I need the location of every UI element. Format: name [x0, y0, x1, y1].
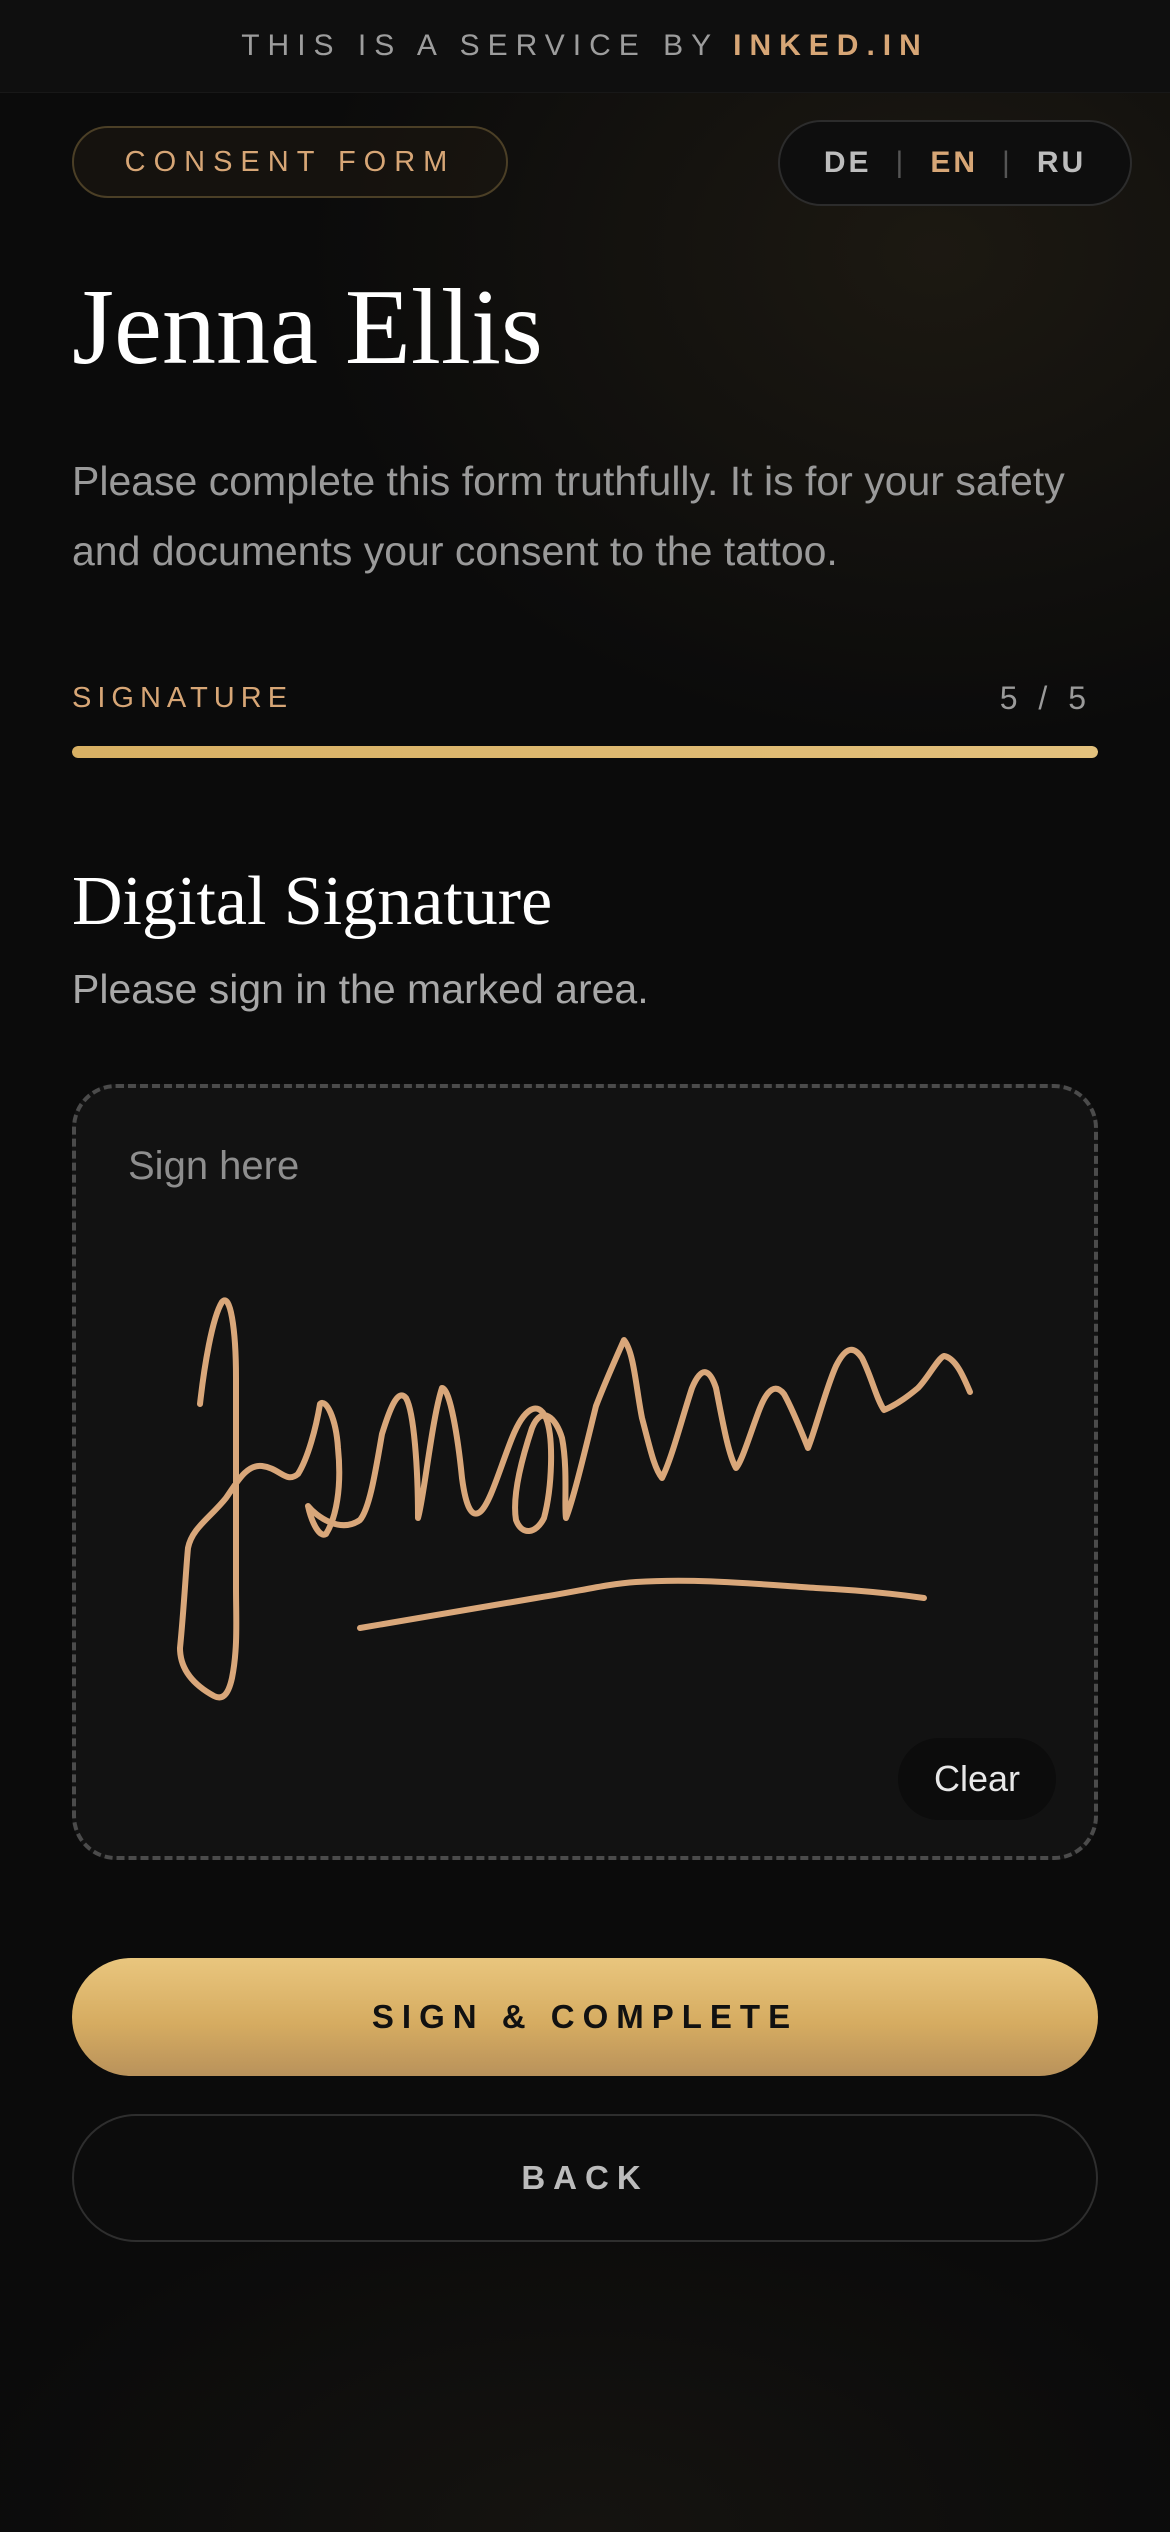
signature-pad[interactable]: Sign here Clear [72, 1084, 1098, 1860]
intro-text: Please complete this form truthfully. It… [72, 458, 1065, 574]
language-option-ru[interactable]: RU [1037, 146, 1086, 180]
service-banner: THIS IS A SERVICE BY INKED.IN [0, 0, 1170, 93]
sign-complete-button[interactable]: SIGN & COMPLETE [72, 1958, 1098, 2076]
language-option-en[interactable]: EN [930, 146, 978, 180]
language-option-de[interactable]: DE [824, 146, 872, 180]
language-switcher: DE | EN | RU [778, 120, 1132, 206]
client-name-heading: Jenna Ellis [72, 268, 543, 387]
section-title: Digital Signature [72, 863, 553, 940]
clear-signature-button[interactable]: Clear [898, 1738, 1056, 1820]
page-background: THIS IS A SERVICE BY INKED.IN CONSENT FO… [0, 0, 1170, 2532]
brand-link[interactable]: INKED.IN [733, 29, 929, 63]
section-subtitle: Please sign in the marked area. [72, 966, 649, 1012]
form-type-badge: CONSENT FORM [72, 126, 508, 198]
service-banner-prefix: THIS IS A SERVICE BY [241, 29, 720, 62]
language-separator: | [1002, 146, 1013, 179]
language-separator: | [895, 146, 907, 179]
progress-bar-fill [72, 746, 1098, 758]
step-label: SIGNATURE [72, 682, 294, 714]
progress-bar [72, 746, 1098, 758]
step-counter: 5 / 5 [999, 680, 1092, 716]
back-button[interactable]: BACK [72, 2114, 1098, 2242]
